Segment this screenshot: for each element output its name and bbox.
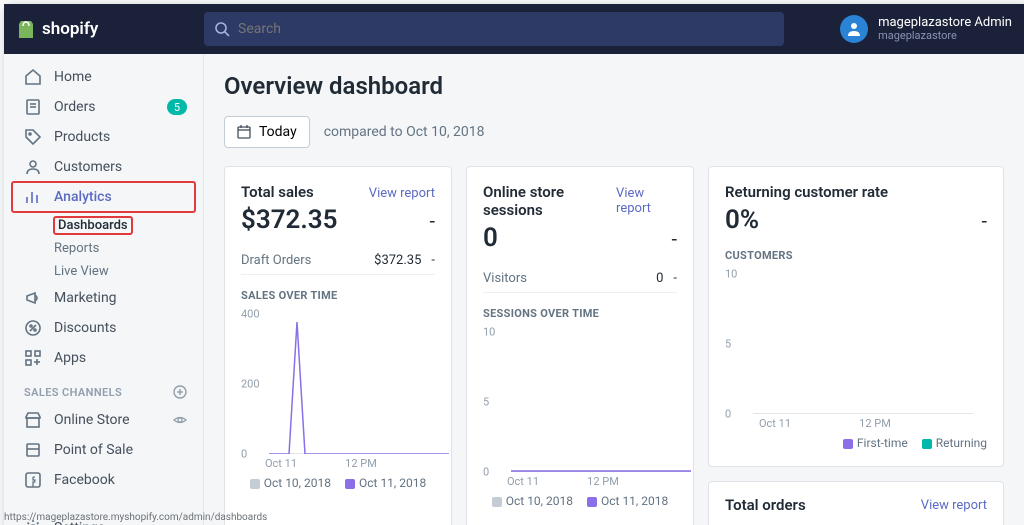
sidebar: Home Orders 5 Products Customers Analyti…	[4, 54, 204, 525]
card-sessions: Online store sessions View report 0 - Vi…	[466, 166, 694, 525]
total-sales-value: $372.35	[241, 205, 338, 235]
eye-icon[interactable]	[173, 413, 187, 427]
sidebar-item-marketing[interactable]: Marketing	[4, 283, 203, 313]
sub-label: Visitors	[483, 271, 527, 286]
chart-legend: First-time Returning	[725, 436, 987, 450]
chart-legend: Oct 10, 2018 Oct 11, 2018	[241, 476, 435, 490]
sales-chart: 400 200 0 Oct 11 12 PM	[241, 314, 435, 454]
sidebar-item-discounts[interactable]: Discounts	[4, 313, 203, 343]
view-report-link[interactable]: View report	[616, 186, 677, 216]
sidebar-sub-reports[interactable]: Reports	[54, 237, 203, 260]
sidebar-label: Online Store	[54, 412, 130, 428]
brand-name: shopify	[42, 19, 98, 39]
search-input[interactable]	[238, 21, 774, 37]
search-icon	[214, 21, 230, 37]
sidebar-label: Orders	[54, 99, 96, 115]
sidebar-item-customers[interactable]: Customers	[4, 152, 203, 182]
card-title: Total orders	[725, 496, 806, 514]
facebook-icon	[24, 471, 42, 489]
pos-icon	[24, 441, 42, 459]
apps-icon	[24, 349, 42, 367]
date-compare-text: compared to Oct 10, 2018	[324, 124, 485, 140]
search-bar[interactable]	[204, 12, 784, 46]
sidebar-label: Apps	[54, 350, 86, 366]
sub-label: Draft Orders	[241, 253, 311, 268]
tag-icon	[24, 128, 42, 146]
delta: -	[671, 227, 677, 251]
store-icon	[24, 411, 42, 429]
card-title: Returning customer rate	[725, 183, 888, 201]
account-store: mageplazastore	[878, 30, 1012, 42]
returning-value: 0%	[725, 205, 759, 235]
sales-channels-header: SALES CHANNELS	[4, 373, 203, 405]
orders-badge: 5	[167, 99, 187, 115]
add-channel-icon[interactable]	[173, 385, 187, 399]
sidebar-item-analytics[interactable]: Analytics	[12, 182, 195, 212]
sidebar-label: Analytics	[54, 189, 112, 205]
calendar-icon	[237, 125, 251, 139]
status-bar-url: https://mageplazastore.myshopify.com/adm…	[4, 512, 267, 523]
view-report-link[interactable]: View report	[921, 498, 987, 513]
sidebar-label: Point of Sale	[54, 442, 133, 458]
channel-online-store[interactable]: Online Store	[4, 405, 203, 435]
sidebar-sub-dashboards[interactable]: Dashboards	[54, 214, 203, 237]
account-name: mageplazastore Admin	[878, 16, 1012, 30]
chart-title: SESSIONS OVER TIME	[483, 307, 677, 320]
sidebar-sub-liveview[interactable]: Live View	[54, 260, 203, 283]
sidebar-label: Marketing	[54, 290, 117, 306]
avatar	[840, 15, 868, 43]
sessions-value: 0	[483, 223, 498, 253]
delta: -	[429, 209, 435, 233]
megaphone-icon	[24, 289, 42, 307]
sessions-chart: 10 5 0 Oct 11 12 PM	[483, 332, 677, 472]
analytics-icon	[24, 188, 42, 206]
channel-facebook[interactable]: Facebook	[4, 465, 203, 495]
shopify-bag-icon	[16, 18, 36, 40]
card-title: Online store sessions	[483, 183, 616, 219]
discount-icon	[24, 319, 42, 337]
brand-logo[interactable]: shopify	[16, 18, 204, 40]
sidebar-label: Products	[54, 129, 110, 145]
channel-pos[interactable]: Point of Sale	[4, 435, 203, 465]
chart-title: CUSTOMERS	[725, 249, 987, 262]
person-icon	[24, 158, 42, 176]
sidebar-item-orders[interactable]: Orders 5	[4, 92, 203, 122]
sidebar-item-home[interactable]: Home	[4, 62, 203, 92]
home-icon	[24, 68, 42, 86]
main-content: Overview dashboard Today compared to Oct…	[204, 54, 1024, 525]
customers-chart: 10 5 0 Oct 11 12 PM	[725, 274, 987, 414]
account-menu[interactable]: mageplazastore Admin mageplazastore	[820, 15, 1012, 43]
card-title: Total sales	[241, 183, 314, 201]
sidebar-label: Customers	[54, 159, 122, 175]
delta: -	[981, 209, 987, 233]
card-total-sales: Total sales View report $372.35 - Draft …	[224, 166, 452, 525]
chart-legend: Oct 10, 2018 Oct 11, 2018	[483, 494, 677, 508]
card-total-orders: Total orders View report	[708, 481, 1004, 525]
date-range-button[interactable]: Today	[224, 116, 310, 148]
sidebar-label: Facebook	[54, 472, 115, 488]
card-returning: Returning customer rate 0% - CUSTOMERS 1…	[708, 166, 1004, 467]
person-icon	[846, 21, 862, 37]
sidebar-label: Discounts	[54, 320, 116, 336]
orders-icon	[24, 98, 42, 116]
sidebar-item-products[interactable]: Products	[4, 122, 203, 152]
topbar: shopify mageplazastore Admin mageplazast…	[4, 4, 1024, 54]
chart-title: SALES OVER TIME	[241, 289, 435, 302]
sidebar-label: Home	[54, 69, 92, 85]
sidebar-item-apps[interactable]: Apps	[4, 343, 203, 373]
view-report-link[interactable]: View report	[369, 186, 435, 201]
page-title: Overview dashboard	[224, 72, 1004, 100]
